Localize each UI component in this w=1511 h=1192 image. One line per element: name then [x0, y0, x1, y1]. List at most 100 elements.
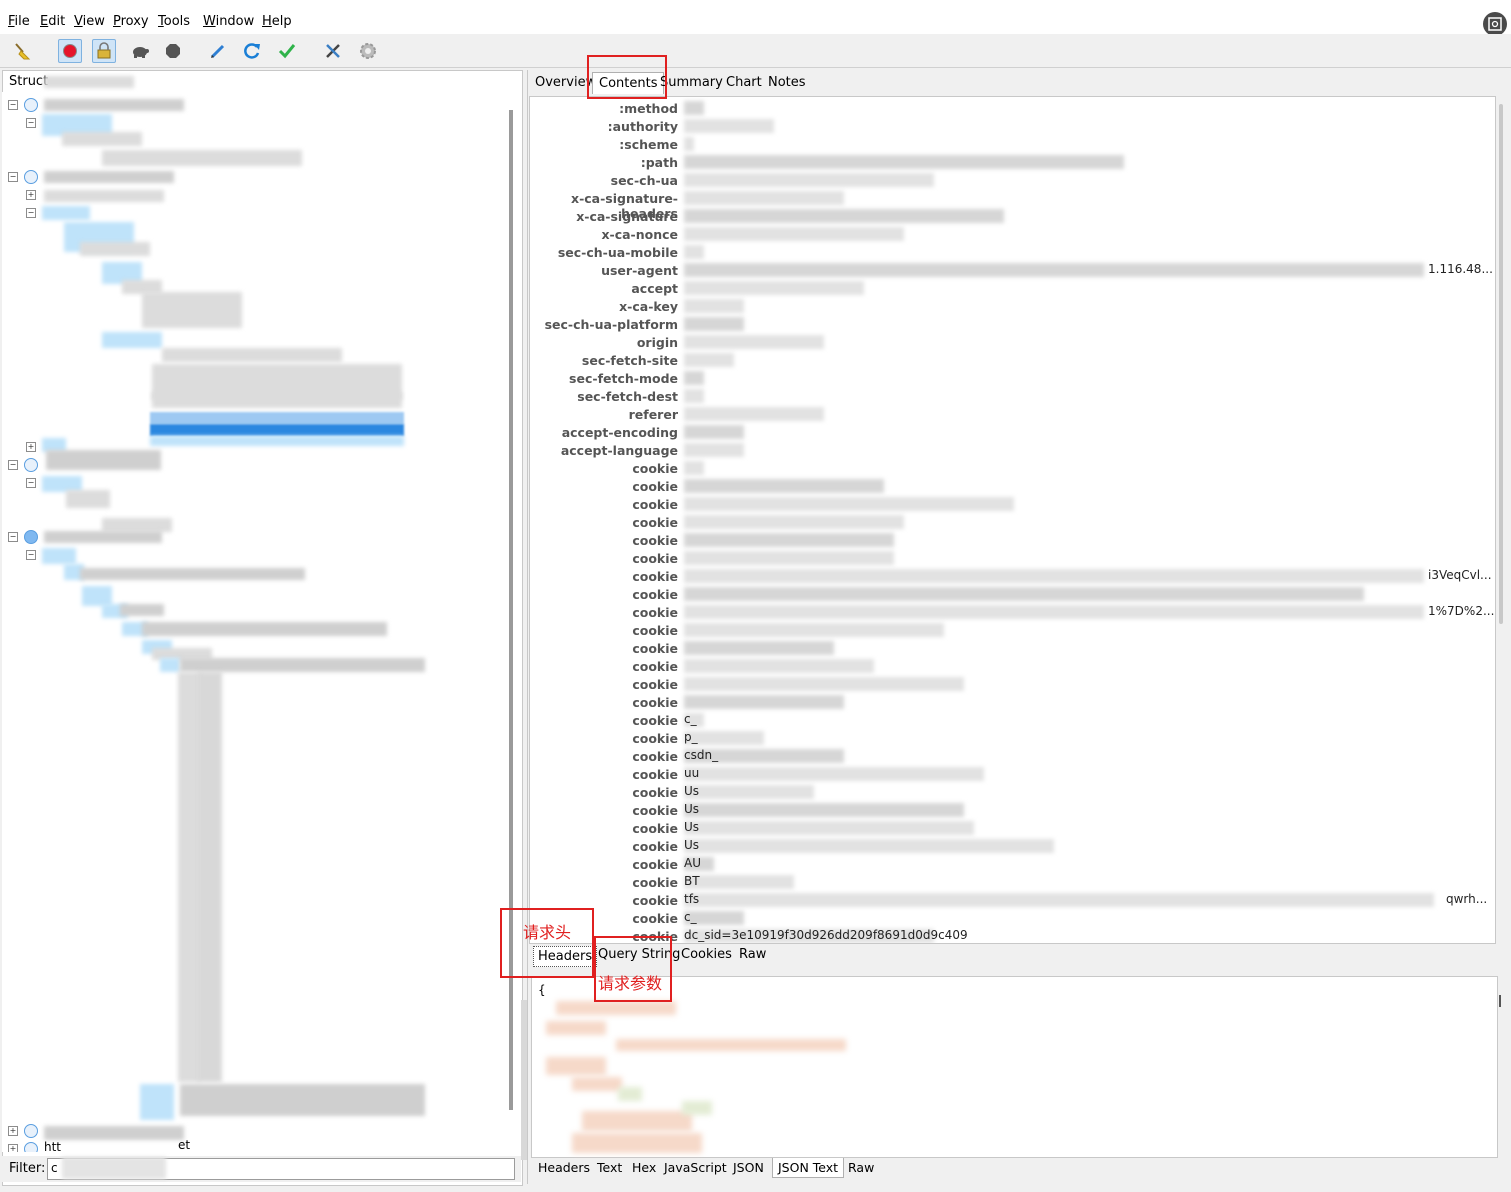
request-tab-raw[interactable]: Raw [739, 947, 766, 962]
header-row[interactable]: cookie BT [530, 873, 1495, 891]
tools-icon[interactable] [321, 39, 345, 63]
expand-toggle[interactable]: + [8, 1126, 18, 1136]
header-row[interactable]: sec-fetch-dest [530, 387, 1495, 405]
header-row[interactable]: cookie uu [530, 765, 1495, 783]
tree-row-host[interactable] [44, 1126, 184, 1140]
header-row[interactable]: accept-encoding [530, 423, 1495, 441]
response-tab-text[interactable]: Text [597, 1160, 622, 1175]
menu-help[interactable]: Help [262, 14, 292, 29]
tab-chart[interactable]: Chart [726, 75, 762, 90]
header-row[interactable]: sec-ch-ua [530, 171, 1495, 189]
request-headers-table[interactable]: :method:authority:scheme:path sec-ch-ua x-… [529, 96, 1496, 944]
tree-rows-column[interactable] [198, 672, 222, 1082]
header-row[interactable]: x-ca-signature-headers [530, 189, 1495, 221]
tree-row[interactable] [150, 412, 404, 424]
collapse-toggle[interactable]: − [26, 118, 36, 128]
header-row[interactable]: :method [530, 99, 1495, 117]
response-tab-headers[interactable]: Headers [538, 1160, 590, 1175]
broom-icon[interactable] [10, 39, 34, 63]
header-row[interactable]: cookie [530, 675, 1495, 693]
header-row[interactable]: x-ca-nonce [530, 225, 1495, 243]
response-tab-raw[interactable]: Raw [848, 1160, 874, 1175]
header-row[interactable]: cookie c_ [530, 711, 1495, 729]
header-row[interactable]: referer [530, 405, 1495, 423]
header-row[interactable]: sec-ch-ua-mobile [530, 243, 1495, 261]
tree-row[interactable] [80, 242, 150, 256]
menu-tools[interactable]: Tools [158, 14, 190, 29]
header-row[interactable]: sec-fetch-mode [530, 369, 1495, 387]
tree-row-selected[interactable] [150, 424, 404, 436]
tree-row[interactable] [82, 586, 112, 606]
menu-view[interactable]: View [74, 14, 105, 29]
record-icon[interactable] [58, 39, 82, 63]
tree-row[interactable] [120, 604, 164, 616]
header-row[interactable]: cookie Us [530, 801, 1495, 819]
turtle-throttle-icon[interactable] [128, 39, 152, 63]
tree-row[interactable] [46, 450, 161, 470]
header-row[interactable]: cookie 1%7D%2... [530, 603, 1495, 621]
headers-scrollbar-thumb[interactable] [1499, 104, 1503, 624]
settings-gear-icon[interactable] [356, 39, 380, 63]
response-tab-json-text[interactable]: JSON Text [772, 1158, 845, 1178]
header-row[interactable]: cookie [530, 657, 1495, 675]
session-tree[interactable]: − − − + − + − − − − + + htt et [2, 92, 512, 1152]
tree-row-folder[interactable] [42, 548, 76, 564]
header-row[interactable]: :path [530, 153, 1495, 171]
header-row[interactable]: user-agent 1.116.48... [530, 261, 1495, 279]
response-tab-json[interactable]: JSON [733, 1160, 764, 1175]
header-row[interactable]: sec-fetch-site [530, 351, 1495, 369]
tree-rows-column[interactable] [178, 672, 200, 1082]
header-row[interactable]: cookie Us [530, 783, 1495, 801]
stop-hexagon-icon[interactable] [161, 39, 185, 63]
collapse-toggle[interactable]: − [8, 460, 18, 470]
header-row[interactable]: x-ca-signature [530, 207, 1495, 225]
header-row[interactable]: cookie Us [530, 837, 1495, 855]
header-row[interactable]: cookie [530, 513, 1495, 531]
tree-row[interactable] [180, 658, 425, 672]
tree-row[interactable] [142, 622, 387, 636]
tree-row[interactable] [180, 1084, 425, 1116]
menu-edit[interactable]: Edit [40, 14, 65, 29]
tree-row[interactable] [102, 332, 162, 348]
header-row[interactable]: cookie [530, 639, 1495, 657]
request-tab-cookies[interactable]: Cookies [681, 947, 732, 962]
collapse-toggle[interactable]: − [8, 100, 18, 110]
tab-notes[interactable]: Notes [768, 75, 806, 90]
menu-proxy[interactable]: Proxy [113, 14, 149, 29]
tree-row[interactable] [162, 348, 342, 362]
header-row[interactable]: cookie csdn_ [530, 747, 1495, 765]
tree-row[interactable] [142, 292, 242, 328]
header-row[interactable]: :scheme [530, 135, 1495, 153]
header-row[interactable]: cookie AU [530, 855, 1495, 873]
tree-row[interactable] [140, 1084, 174, 1120]
header-row[interactable]: cookie tfs [530, 891, 1495, 909]
tab-summary[interactable]: Summary [660, 75, 723, 90]
header-row[interactable]: cookie [530, 531, 1495, 549]
header-row[interactable]: :authority [530, 117, 1495, 135]
header-row[interactable]: cookie [530, 495, 1495, 513]
header-row[interactable]: cookie [530, 621, 1495, 639]
tree-row[interactable] [160, 658, 180, 672]
tree-row[interactable] [102, 150, 302, 166]
tree-row[interactable] [66, 490, 110, 508]
pen-compose-icon[interactable] [206, 39, 230, 63]
tree-row[interactable] [62, 132, 142, 146]
header-row[interactable]: cookie [530, 477, 1495, 495]
validate-check-icon[interactable] [275, 39, 299, 63]
tree-row-host[interactable] [44, 531, 162, 543]
header-row[interactable]: cookie [530, 459, 1495, 477]
tree-host-label[interactable]: htt [44, 1140, 61, 1152]
collapse-toggle[interactable]: − [26, 208, 36, 218]
header-row[interactable]: cookie [530, 549, 1495, 567]
collapse-toggle[interactable]: − [26, 550, 36, 560]
header-row[interactable]: sec-ch-ua-platform [530, 315, 1495, 333]
header-row[interactable]: cookie [530, 693, 1495, 711]
tree-row-host[interactable] [44, 99, 184, 111]
tree-row[interactable] [44, 190, 164, 202]
header-row[interactable]: cookie [530, 585, 1495, 603]
tree-row[interactable] [102, 518, 172, 532]
expand-toggle[interactable]: + [26, 442, 36, 452]
tree-row[interactable] [150, 436, 404, 446]
expand-toggle[interactable]: + [26, 190, 36, 200]
response-tab-javascript[interactable]: JavaScript [664, 1160, 727, 1175]
